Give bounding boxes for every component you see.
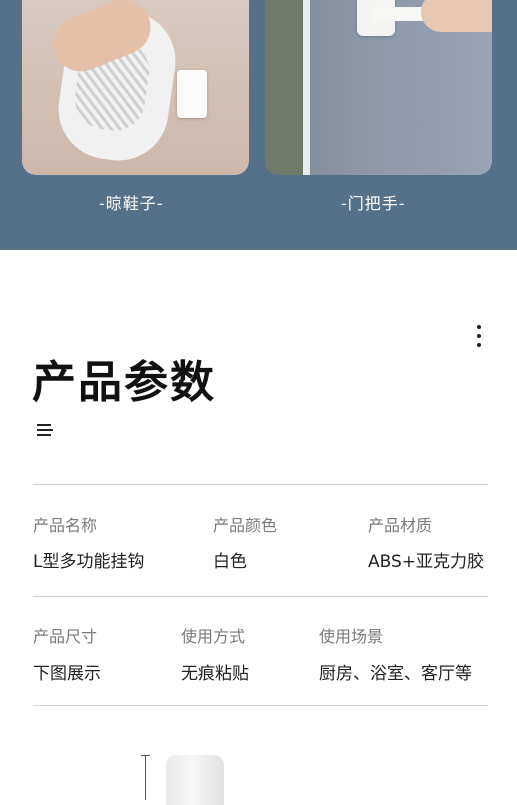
spec-label-usage: 使用方式 — [181, 627, 246, 646]
spec-label-size: 产品尺寸 — [33, 627, 98, 646]
kebab-dot — [477, 325, 481, 329]
section-title: 产品参数 — [32, 357, 216, 408]
menu-icon-line — [37, 429, 53, 431]
spec-label-scene: 使用场景 — [319, 627, 384, 646]
door-handle-caption: -门把手- — [341, 194, 406, 213]
door-edge-image — [265, 0, 303, 175]
menu-icon[interactable] — [37, 424, 53, 437]
hand-image — [421, 0, 492, 32]
spec-value-size: 下图展示 — [33, 664, 101, 684]
spec-value-scene: 厨房、浴室、客厅等 — [319, 664, 472, 684]
shoe-drying-photo — [22, 0, 249, 175]
menu-icon-line — [37, 434, 51, 436]
table-divider — [33, 484, 488, 485]
door-gap-image — [303, 0, 310, 175]
spec-value-name: L型多功能挂钩 — [33, 552, 145, 572]
spec-value-color: 白色 — [213, 552, 247, 572]
more-options-icon[interactable] — [470, 325, 488, 347]
spec-label-name: 产品名称 — [33, 516, 98, 535]
usage-gallery: -晾鞋子- -门把手- — [0, 0, 517, 250]
menu-icon-line — [37, 424, 51, 426]
dimension-line — [145, 755, 146, 800]
table-divider — [33, 705, 488, 706]
spec-value-material: ABS+亚克力胶 — [368, 552, 485, 572]
kebab-dot — [477, 343, 481, 347]
hook-image — [177, 70, 207, 118]
table-divider — [33, 596, 488, 597]
door-handle-photo — [265, 0, 492, 175]
spec-value-usage: 无痕粘贴 — [181, 664, 249, 684]
spec-label-material: 产品材质 — [368, 516, 433, 535]
spec-label-color: 产品颜色 — [213, 516, 278, 535]
product-image — [166, 755, 224, 805]
kebab-dot — [477, 334, 481, 338]
shoe-drying-caption: -晾鞋子- — [99, 194, 164, 213]
